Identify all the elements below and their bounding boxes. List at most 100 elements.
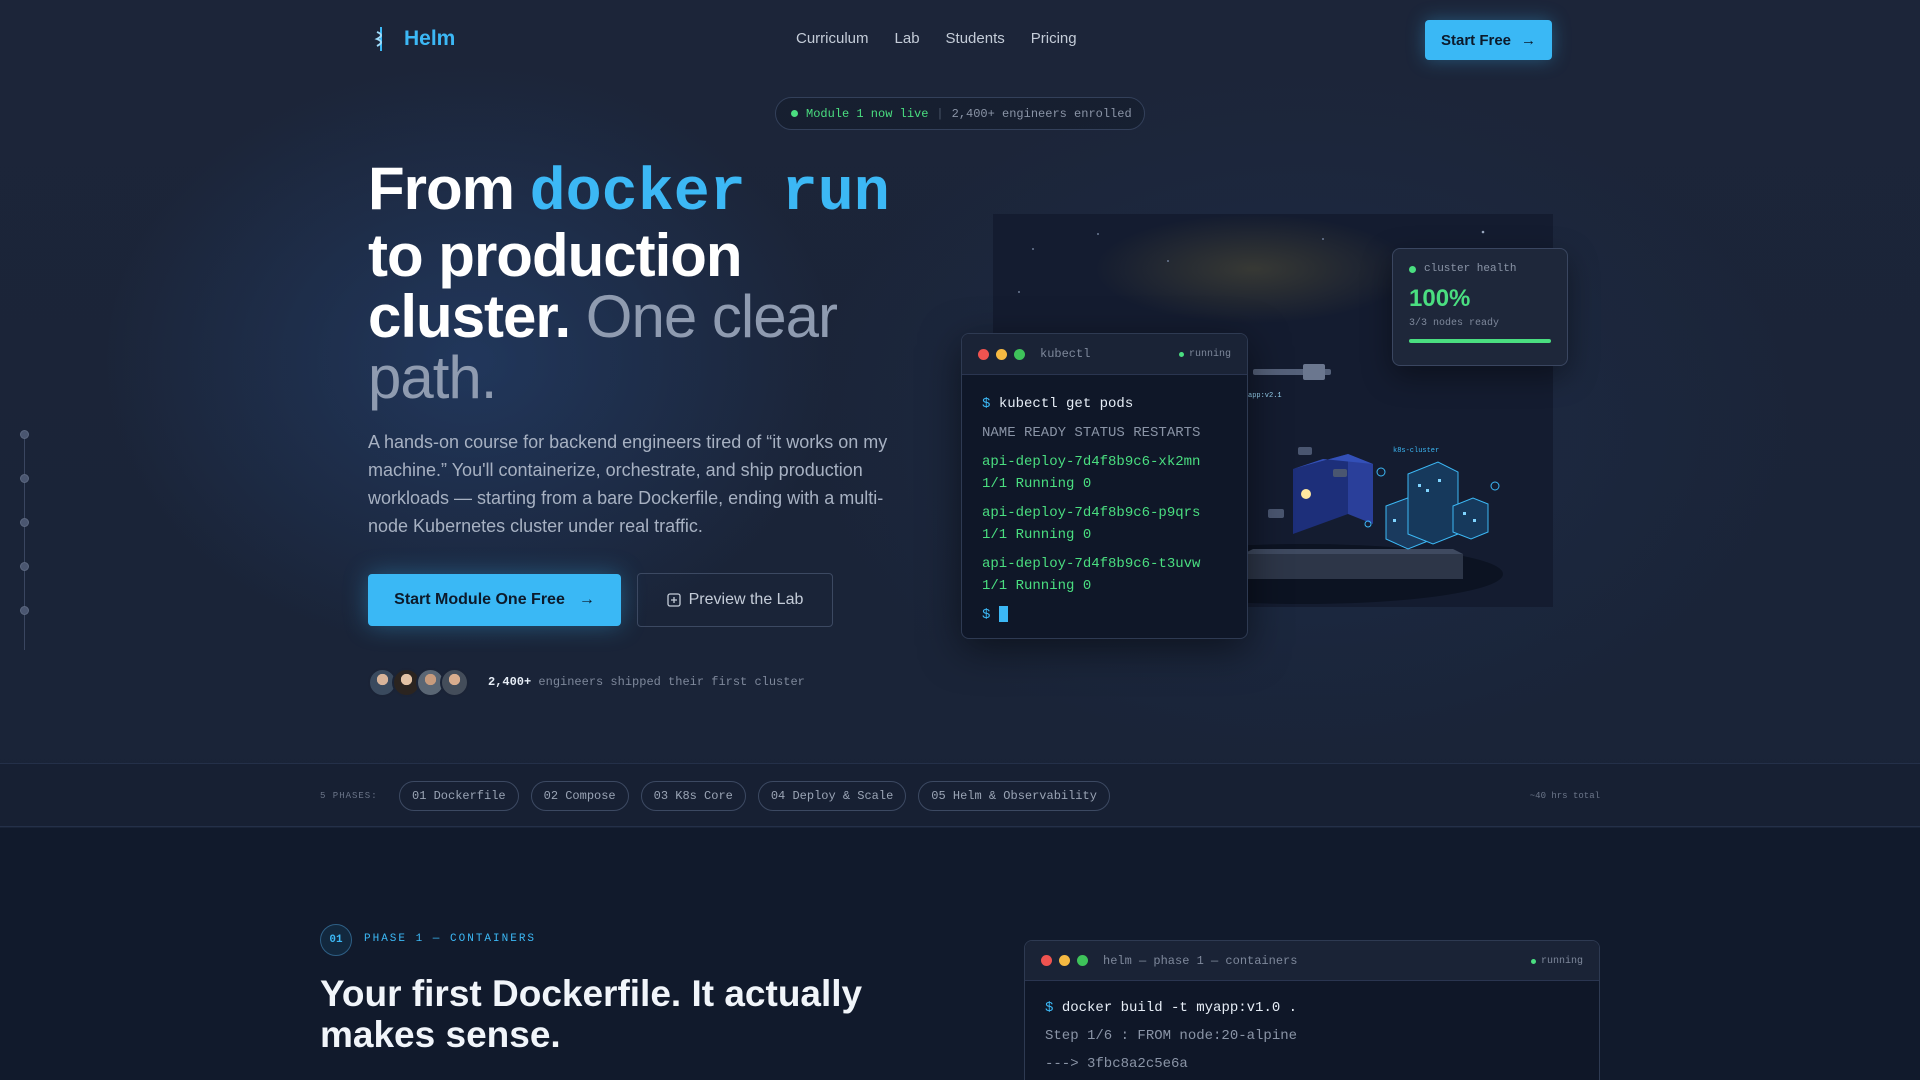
phase1-section [0, 828, 1920, 1080]
phase1-terminal: helm — phase 1 — containers running $ do… [1024, 940, 1600, 1080]
kubectl-terminal: kubectl running $ kubectl get pods NAME … [961, 333, 1248, 639]
brand-logo[interactable]: Helm [370, 26, 455, 52]
scene-label-cluster: k8s-cluster [1393, 447, 1439, 455]
phases-label: 5 PHASES: [320, 791, 378, 801]
terminal-command-line: $ kubectl get pods [982, 393, 1227, 415]
terminal-status: running [1530, 956, 1583, 967]
phase-chips: 01 Dockerfile 02 Compose 03 K8s Core 04 … [399, 781, 1110, 811]
terminal-command-line: $ docker build -t myapp:v1.0 . [1045, 997, 1579, 1019]
terminal-output-line: Step 1/6 : FROM node:20-alpine [1045, 1028, 1298, 1044]
status-badge: Module 1 now live | 2,400+ engineers enr… [775, 97, 1145, 130]
badge-divider: | [936, 106, 944, 121]
phases-bar: 5 PHASES: 01 Dockerfile 02 Compose 03 K8… [0, 763, 1920, 827]
phase-chip-helm-observability[interactable]: 05 Helm & Observability [918, 781, 1110, 811]
terminal-header: helm — phase 1 — containers running [1025, 941, 1599, 981]
hero-description: A hands-on course for backend engineers … [368, 432, 888, 536]
social-text: engineers shipped their first cluster [531, 675, 805, 689]
nav-link-curriculum[interactable]: Curriculum [796, 30, 869, 47]
terminal-header: kubectl running [962, 334, 1247, 375]
side-progress-line [24, 432, 25, 650]
preview-lab-button[interactable]: Preview the Lab [637, 573, 833, 627]
phase-number-badge: 01 [320, 924, 352, 956]
phase-kicker: PHASE 1 — CONTAINERS [364, 933, 537, 945]
nav-link-pricing[interactable]: Pricing [1031, 30, 1077, 47]
hero-title-code: docker run [529, 160, 890, 228]
phases-total: ~40 hrs total [1529, 791, 1600, 801]
maximize-dot-icon[interactable] [1077, 955, 1088, 966]
avatar [440, 668, 469, 697]
side-nav-dot[interactable] [20, 562, 29, 571]
cursor-icon [998, 606, 1008, 623]
social-proof: 2,400+ engineers shipped their first clu… [488, 675, 805, 689]
phase-chip-dockerfile[interactable]: 01 Dockerfile [399, 781, 519, 811]
health-progress-fill [1409, 339, 1551, 343]
phase-chip-deploy-scale[interactable]: 04 Deploy & Scale [757, 781, 907, 811]
pod-row: api-deploy-7d4f8b9c6-t3uvw 1/1 Running 0 [982, 553, 1227, 597]
health-label: cluster health [1424, 263, 1517, 275]
start-module-label: Start Module One Free [394, 591, 565, 608]
health-progress-bar [1409, 339, 1551, 343]
health-subtext: 3/3 nodes ready [1409, 318, 1500, 329]
terminal-output-line: ---> 3fbc8a2c5e6a [1045, 1056, 1188, 1072]
nav-links: Curriculum Lab Students Pricing [796, 30, 1103, 47]
terminal-title: helm — phase 1 — containers [1103, 953, 1298, 968]
terminal-command: docker build -t myapp:v1.0 . [1061, 1000, 1298, 1016]
cluster-health-card: cluster health 100% 3/3 nodes ready [1392, 248, 1568, 366]
health-label-row: cluster health [1409, 263, 1551, 275]
terminal-status-text: running [1188, 349, 1231, 360]
terminal-body: $ kubectl get pods NAME READY STATUS RES… [962, 375, 1247, 638]
close-dot-icon[interactable] [1041, 955, 1052, 966]
side-nav-dot[interactable] [20, 474, 29, 483]
minimize-dot-icon[interactable] [1059, 955, 1070, 966]
hero-title-part1: From [368, 155, 530, 222]
terminal-title: kubectl [1040, 347, 1091, 361]
phase-chip-compose[interactable]: 02 Compose [530, 781, 629, 811]
plus-square-icon [666, 593, 681, 607]
live-dot-icon [791, 110, 798, 117]
pod-status: 1/1 Running 0 [982, 527, 1092, 543]
pod-name: api-deploy-7d4f8b9c6-t3uvw [982, 556, 1201, 572]
terminal-output-header: NAME READY STATUS RESTARTS [982, 425, 1201, 441]
pod-status: 1/1 Running 0 [982, 476, 1092, 492]
top-nav: Helm Curriculum Lab Students Pricing Sta… [0, 0, 1920, 80]
terminal-body: $ docker build -t myapp:v1.0 . Step 1/6 … [1025, 981, 1599, 1080]
nav-link-students[interactable]: Students [946, 30, 1005, 47]
start-free-button[interactable]: Start Free → [1425, 20, 1552, 60]
health-value: 100% [1409, 285, 1471, 312]
avatar-group [368, 668, 469, 697]
prompt: $ [982, 396, 991, 412]
side-nav-dot[interactable] [20, 430, 29, 439]
nav-link-lab[interactable]: Lab [895, 30, 920, 47]
health-dot-icon [1409, 265, 1416, 273]
terminal-status: running [1178, 349, 1231, 360]
status-dot-icon [1178, 352, 1184, 357]
preview-lab-label: Preview the Lab [688, 591, 804, 608]
terminal-command: kubectl get pods [998, 396, 1134, 412]
side-nav-dot[interactable] [20, 606, 29, 615]
badge-enrolled-text: 2,400+ engineers enrolled [951, 106, 1132, 121]
phase-chip-k8s-core[interactable]: 03 K8s Core [640, 781, 746, 811]
pod-name: api-deploy-7d4f8b9c6-p9qrs [982, 505, 1201, 521]
prompt: $ [1045, 1000, 1054, 1016]
terminal-status-text: running [1540, 956, 1583, 967]
hero-title: From docker run to production cluster. On… [368, 158, 928, 408]
pod-status: 1/1 Running 0 [982, 578, 1092, 594]
status-dot-icon [1530, 959, 1536, 964]
side-nav-dot[interactable] [20, 518, 29, 527]
minimize-dot-icon[interactable] [996, 348, 1007, 360]
helm-logo-icon [374, 27, 382, 51]
badge-live-text: Module 1 now live [806, 106, 929, 121]
close-dot-icon[interactable] [978, 348, 989, 360]
prompt: $ [982, 607, 991, 623]
maximize-dot-icon[interactable] [1014, 348, 1025, 360]
scene-label-app: app:v2.1 [1248, 392, 1282, 400]
pod-row: api-deploy-7d4f8b9c6-xk2mn 1/1 Running 0 [982, 451, 1227, 495]
terminal-prompt-line[interactable]: $ [982, 604, 1227, 626]
start-module-button[interactable]: Start Module One Free → [368, 574, 621, 626]
pod-row: api-deploy-7d4f8b9c6-p9qrs 1/1 Running 0 [982, 502, 1227, 546]
brand-name: Helm [404, 27, 456, 50]
phase-title: Your first Dockerfile. It actually makes… [320, 973, 863, 1055]
arrow-right-icon: → [578, 591, 595, 608]
arrow-right-icon: → [1521, 31, 1537, 49]
start-free-label: Start Free [1440, 31, 1512, 49]
